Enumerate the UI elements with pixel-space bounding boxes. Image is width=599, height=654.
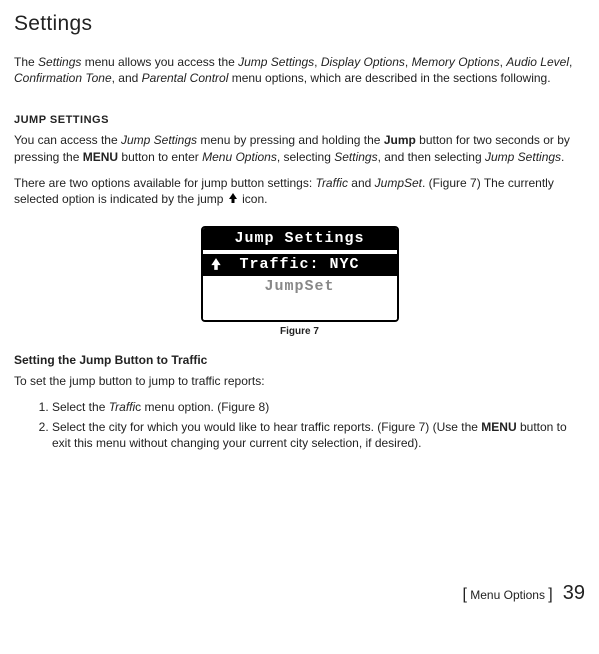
jump-settings-paragraph-2: There are two options available for jump… — [14, 175, 585, 208]
jump-settings-heading: JUMP SETTINGS — [14, 114, 585, 126]
lcd-empty-row — [203, 298, 397, 320]
page-number: 39 — [563, 582, 585, 604]
traffic-intro: To set the jump button to jump to traffi… — [14, 373, 585, 389]
jump-settings-paragraph-1: You can access the Jump Settings menu by… — [14, 132, 585, 164]
steps-list: Select the Traffic menu option. (Figure … — [34, 399, 585, 452]
lcd-selected-row: Traffic: NYC — [203, 254, 397, 276]
intro-paragraph: The Settings menu allows you access the … — [14, 54, 585, 86]
page-title: Settings — [14, 12, 585, 36]
traffic-subheading: Setting the Jump Button to Traffic — [14, 353, 585, 367]
jump-arrow-icon — [209, 257, 223, 279]
figure-7: Jump Settings Traffic: NYC JumpSet Figur… — [14, 226, 585, 337]
jump-arrow-icon — [227, 192, 239, 208]
lcd-title-row: Jump Settings — [203, 228, 397, 250]
list-item: Select the city for which you would like… — [52, 419, 585, 451]
figure-caption: Figure 7 — [14, 326, 585, 337]
bracket-right-icon: ] — [548, 586, 552, 603]
lcd-option-row: JumpSet — [203, 276, 397, 298]
footer-label: Menu Options — [467, 588, 548, 602]
list-item: Select the Traffic menu option. (Figure … — [52, 399, 585, 415]
lcd-selected-text: Traffic: NYC — [239, 256, 359, 273]
page-footer: [ Menu Options ]39 — [14, 582, 585, 605]
lcd-screen: Jump Settings Traffic: NYC JumpSet — [201, 226, 399, 322]
